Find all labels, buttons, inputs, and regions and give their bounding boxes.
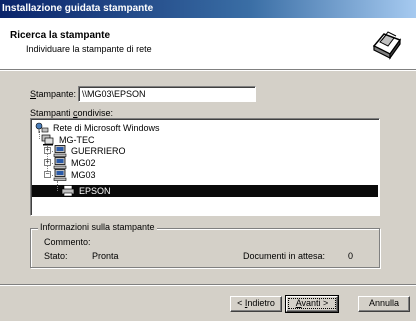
title-bar[interactable]: Installazione guidata stampante [0,0,416,18]
network-icon [35,122,49,133]
comment-label: Commento: [44,237,91,247]
back-button[interactable]: < Indietro [230,296,282,312]
wizard-header: Ricerca la stampante Individuare la stam… [0,18,416,70]
printer-icon [61,185,75,197]
queue-label: Documenti in attesa: [243,251,326,261]
printer-wizard-icon [370,28,402,60]
header-title: Ricerca la stampante [10,30,111,41]
header-subtitle: Individuare la stampante di rete [26,44,152,54]
shared-printers-tree[interactable]: Rete di Microsoft Windows MG-TEC + GUERR… [30,118,380,216]
wizard-window: Installazione guidata stampante Ricerca … [0,0,416,321]
shared-printers-label: Stampanti condivise: [30,108,114,118]
header-divider [0,70,416,71]
next-button[interactable]: Avanti > [285,295,339,313]
queue-value: 0 [348,251,354,261]
printer-label: Stampante: [30,89,77,99]
printer-info-group [30,228,380,268]
status-value: Pronta [92,251,119,261]
collapse-mg03-toggle[interactable]: − [44,171,51,178]
expand-mg02-toggle[interactable]: + [44,159,51,166]
printer-info-title: Informazioni sulla stampante [38,222,157,232]
button-separator-highlight [0,285,416,286]
computer-icon [53,145,67,157]
printer-input[interactable]: \\MG03\EPSON [78,86,256,102]
computer-icon [53,169,67,181]
window-title: Installazione guidata stampante [2,3,154,14]
tree-line [57,181,58,191]
status-label: Stato: [44,251,68,261]
expand-guerriero-toggle[interactable]: + [44,147,51,154]
computer-icon [53,157,67,169]
cancel-button[interactable]: Annulla [358,296,410,312]
